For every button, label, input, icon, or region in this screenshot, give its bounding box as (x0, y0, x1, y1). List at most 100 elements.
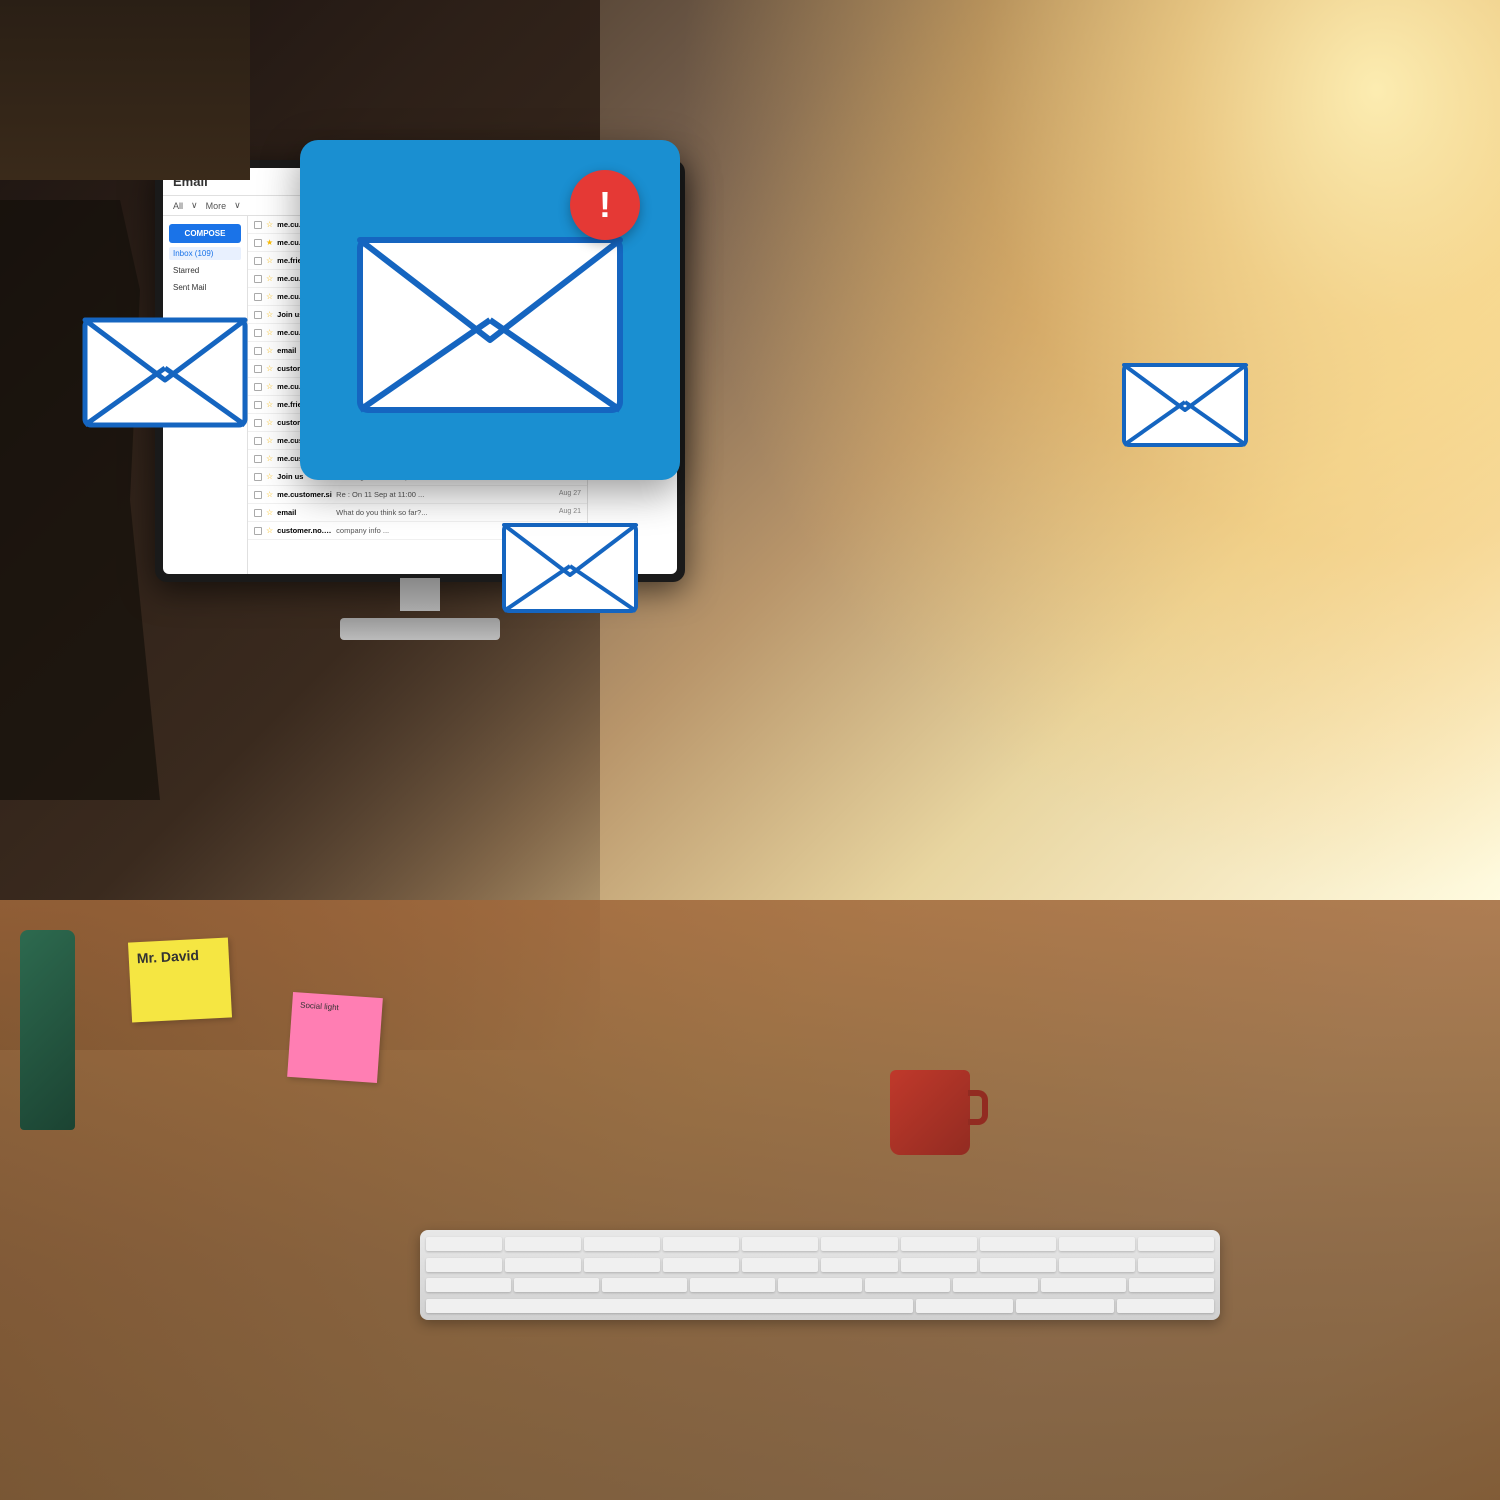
keyboard-key (505, 1237, 581, 1251)
keyboard-key (1129, 1278, 1214, 1292)
keyboard-key (742, 1258, 818, 1272)
exclamation-icon: ! (599, 184, 611, 226)
checkbox[interactable] (254, 473, 262, 481)
keyboard-key (584, 1237, 660, 1251)
star-icon[interactable]: ☆ (266, 256, 273, 265)
compose-button[interactable]: COMPOSE (169, 224, 241, 243)
keyboard-key (426, 1237, 502, 1251)
checkbox[interactable] (254, 527, 262, 535)
keyboard-key (663, 1237, 739, 1251)
checkbox[interactable] (254, 275, 262, 283)
checkbox[interactable] (254, 437, 262, 445)
keyboard-key (821, 1237, 897, 1251)
checkbox[interactable] (254, 347, 262, 355)
keyboard-row (426, 1236, 1214, 1253)
star-icon[interactable]: ☆ (266, 472, 273, 481)
keyboard-key (980, 1237, 1056, 1251)
keyboard-key (426, 1278, 511, 1292)
star-icon[interactable]: ☆ (266, 220, 273, 229)
star-icon[interactable]: ☆ (266, 310, 273, 319)
keyboard-row (426, 1257, 1214, 1274)
star-icon[interactable]: ☆ (266, 400, 273, 409)
keyboard-key (1117, 1299, 1214, 1313)
keyboard-key (980, 1258, 1056, 1272)
mug-body (890, 1070, 970, 1155)
mug-handle (968, 1090, 988, 1125)
keyboard-key (901, 1258, 977, 1272)
notification-badge: ! (570, 170, 640, 240)
star-icon[interactable]: ☆ (266, 436, 273, 445)
keyboard-key (1016, 1299, 1113, 1313)
keyboard-key (1138, 1258, 1214, 1272)
keyboard-key (1041, 1278, 1126, 1292)
keyboard-key (426, 1258, 502, 1272)
star-icon[interactable]: ☆ (266, 382, 273, 391)
keyboard-key (865, 1278, 950, 1292)
star-icon[interactable]: ☆ (266, 292, 273, 301)
small-envelope-right-icon (1120, 350, 1250, 450)
checkbox[interactable] (254, 311, 262, 319)
coffee-mug (890, 1070, 980, 1170)
light-flare (675, 0, 1500, 900)
list-item[interactable]: ☆ me.customer.si Re : On 11 Sep at 11:00… (248, 486, 587, 504)
keyboard-key (821, 1258, 897, 1272)
sticky-note-pink-text: Social light (300, 1001, 339, 1013)
keyboard-key (953, 1278, 1038, 1292)
keyboard-key (1059, 1237, 1135, 1251)
monitor-stand-neck (400, 578, 440, 612)
keyboard-key (742, 1237, 818, 1251)
checkbox[interactable] (254, 329, 262, 337)
shelf-area (0, 0, 250, 180)
water-bottle (20, 930, 75, 1130)
checkbox[interactable] (254, 383, 262, 391)
star-icon[interactable]: ☆ (266, 508, 273, 517)
keyboard-key (690, 1278, 775, 1292)
checkbox[interactable] (254, 401, 262, 409)
checkbox[interactable] (254, 257, 262, 265)
notification-card: ! (300, 140, 680, 480)
sticky-note-yellow: Mr. David (128, 937, 232, 1022)
star-icon[interactable]: ★ (266, 238, 273, 247)
keyboard-key (778, 1278, 863, 1292)
small-envelope-left-icon (80, 300, 250, 430)
sidebar-starred[interactable]: Starred (169, 264, 241, 277)
star-icon[interactable]: ☆ (266, 454, 273, 463)
keyboard-key (916, 1299, 1013, 1313)
keyboard-key (901, 1237, 977, 1251)
star-icon[interactable]: ☆ (266, 418, 273, 427)
keyboard-key (584, 1258, 660, 1272)
keyboard-key (426, 1299, 913, 1313)
checkbox[interactable] (254, 509, 262, 517)
sticky-note-pink: Social light (287, 992, 383, 1083)
sticky-note-text: Mr. David (136, 947, 199, 966)
keyboard (420, 1230, 1220, 1320)
checkbox[interactable] (254, 491, 262, 499)
checkbox[interactable] (254, 239, 262, 247)
keyboard-key (505, 1258, 581, 1272)
star-icon[interactable]: ☆ (266, 328, 273, 337)
checkbox[interactable] (254, 221, 262, 229)
keyboard-row (426, 1277, 1214, 1294)
star-icon[interactable]: ☆ (266, 490, 273, 499)
keyboard-key (602, 1278, 687, 1292)
keyboard-key (1059, 1258, 1135, 1272)
sidebar-sent[interactable]: Sent Mail (169, 281, 241, 294)
small-envelope-bottom-icon (500, 510, 640, 615)
keyboard-key (1138, 1237, 1214, 1251)
all-arrow-icon: ∨ (191, 200, 198, 211)
checkbox[interactable] (254, 365, 262, 373)
keyboard-key (514, 1278, 599, 1292)
star-icon[interactable]: ☆ (266, 364, 273, 373)
checkbox[interactable] (254, 293, 262, 301)
star-icon[interactable]: ☆ (266, 526, 273, 535)
star-icon[interactable]: ☆ (266, 274, 273, 283)
checkbox[interactable] (254, 455, 262, 463)
all-button[interactable]: All (173, 201, 183, 211)
more-button[interactable]: More (206, 201, 227, 211)
sidebar-inbox[interactable]: Inbox (109) (169, 247, 241, 260)
star-icon[interactable]: ☆ (266, 346, 273, 355)
more-arrow-icon: ∨ (234, 200, 241, 211)
keyboard-key (663, 1258, 739, 1272)
checkbox[interactable] (254, 419, 262, 427)
keyboard-row (426, 1298, 1214, 1315)
